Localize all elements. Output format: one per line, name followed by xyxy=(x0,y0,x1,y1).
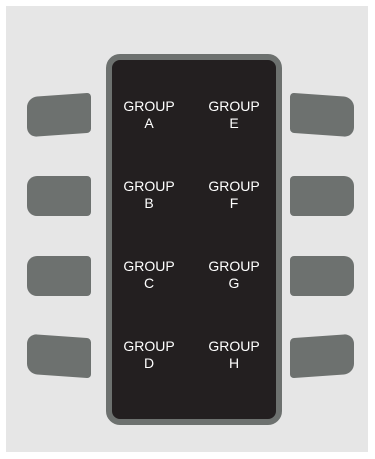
group-d-key[interactable] xyxy=(27,333,91,379)
group-b-label: GROUP B xyxy=(123,178,175,211)
group-d-label: GROUP D xyxy=(123,338,175,371)
group-a-label: GROUP A xyxy=(123,98,175,131)
group-c-key[interactable] xyxy=(27,256,91,296)
group-f-label: GROUP F xyxy=(208,178,260,211)
group-e-label: GROUP E xyxy=(208,98,260,131)
group-g-label: GROUP G xyxy=(208,258,260,291)
group-h-label: GROUP H xyxy=(208,338,260,371)
group-f-key[interactable] xyxy=(290,176,354,216)
group-b-key[interactable] xyxy=(27,176,91,216)
group-h-key[interactable] xyxy=(290,333,354,379)
group-a-key[interactable] xyxy=(27,92,91,138)
group-display: GROUP A GROUP B GROUP C GROUP D GROUP E … xyxy=(106,54,282,425)
group-c-label: GROUP C xyxy=(123,258,175,291)
group-g-key[interactable] xyxy=(290,256,354,296)
group-e-key[interactable] xyxy=(290,92,354,138)
control-panel: GROUP A GROUP B GROUP C GROUP D GROUP E … xyxy=(6,6,368,452)
